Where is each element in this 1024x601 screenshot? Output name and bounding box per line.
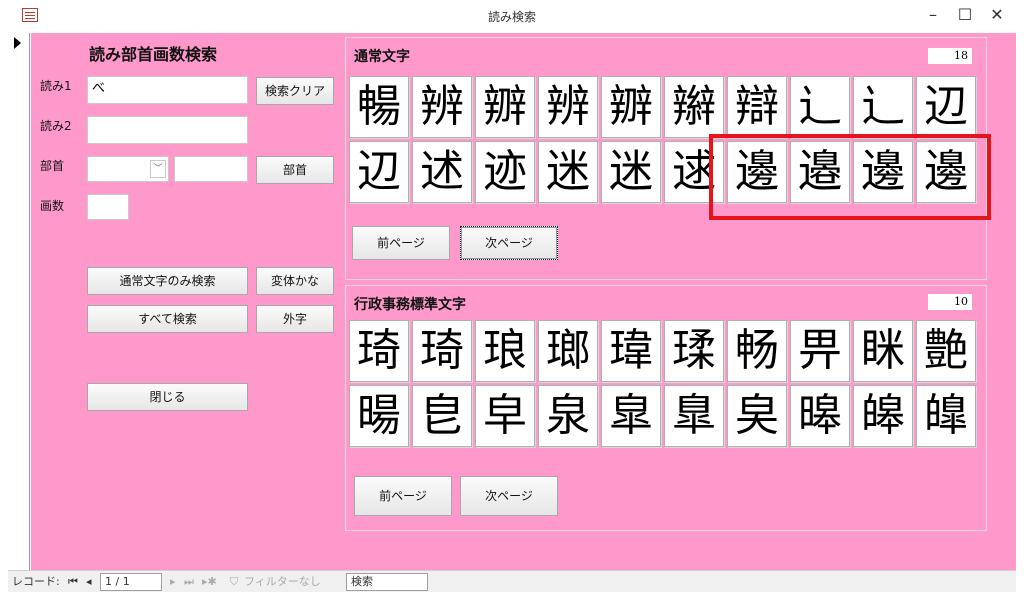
char-button[interactable]: 辧: [475, 76, 535, 138]
char-button[interactable]: 皀: [412, 385, 472, 447]
close-window-button[interactable]: ✕: [982, 4, 1012, 26]
admin-count: 10: [928, 294, 972, 310]
admin-prev-page-button[interactable]: 前ページ: [354, 476, 452, 516]
radical-select[interactable]: ﹀: [87, 156, 169, 182]
strokes-label: 画数: [40, 199, 65, 213]
record-navigation-bar: レコード: ⏮ ◂ 1 / 1 ▸ ⏭ ▸✱ ⛉ フィルターなし 検索: [8, 570, 1016, 592]
clear-search-button[interactable]: 検索クリア: [256, 77, 334, 105]
current-record-arrow-icon: [14, 37, 21, 49]
char-button[interactable]: 畀: [790, 320, 850, 382]
search-form: 読み部首画数検索 読み1 べ 読み2 部首 ﹀ 画数 検索クリア 部首 通常文字…: [31, 33, 1016, 570]
char-button[interactable]: 迷: [538, 141, 598, 203]
char-button[interactable]: 辯: [727, 76, 787, 138]
char-button[interactable]: 艶: [916, 320, 976, 382]
char-button[interactable]: 迹: [475, 141, 535, 203]
char-button[interactable]: 琦: [412, 320, 472, 382]
char-button[interactable]: 暢: [349, 76, 409, 138]
strokes-input[interactable]: [87, 194, 129, 220]
char-button[interactable]: 眯: [853, 320, 913, 382]
char-button[interactable]: 辶: [853, 76, 913, 138]
char-button[interactable]: 暘: [349, 385, 409, 447]
char-button[interactable]: 皞: [853, 385, 913, 447]
chevron-down-icon[interactable]: ﹀: [150, 160, 166, 178]
char-button[interactable]: 皁: [475, 385, 535, 447]
char-button[interactable]: 瑯: [538, 320, 598, 382]
highlight-box: [709, 134, 991, 220]
reading2-label: 読み2: [40, 119, 72, 133]
previous-record-icon[interactable]: ◂: [86, 574, 92, 590]
radical-text-input[interactable]: [174, 156, 248, 182]
char-button[interactable]: 臯: [664, 385, 724, 447]
normal-panel-title: 通常文字: [354, 49, 410, 65]
form-heading: 読み部首画数検索: [89, 45, 218, 64]
char-button[interactable]: 述: [412, 141, 472, 203]
variant-kana-button[interactable]: 変体かな: [256, 267, 334, 295]
external-char-button[interactable]: 外字: [256, 305, 334, 333]
admin-chars-panel: 行政事務標準文字 10 琦 琦 琅 瑯 瑋 瑈 畅 畀 眯 艶 暘 皀 皁 泉 …: [345, 285, 987, 531]
minimize-button[interactable]: –: [918, 4, 948, 26]
record-label: レコード:: [12, 575, 60, 588]
filter-icon[interactable]: ⛉: [230, 574, 238, 590]
search-all-button[interactable]: すべて検索: [87, 305, 248, 333]
char-button[interactable]: 琦: [349, 320, 409, 382]
char-button[interactable]: 辨: [538, 76, 598, 138]
search-input[interactable]: 検索: [346, 573, 428, 591]
normal-count: 18: [928, 48, 972, 64]
char-button[interactable]: 辧: [601, 76, 661, 138]
title-bar: 読み検索 – ☐ ✕: [0, 0, 1024, 32]
first-record-icon[interactable]: ⏮: [68, 574, 78, 590]
char-button[interactable]: 皥: [916, 385, 976, 447]
char-button[interactable]: 暤: [790, 385, 850, 447]
new-record-icon[interactable]: ▸✱: [202, 574, 217, 590]
window-title: 読み検索: [487, 10, 536, 24]
reading1-label: 読み1: [40, 79, 72, 93]
radical-label: 部首: [40, 159, 65, 173]
reading2-input[interactable]: [87, 116, 248, 144]
char-button[interactable]: 辨: [412, 76, 472, 138]
admin-panel-title: 行政事務標準文字: [354, 297, 466, 313]
last-record-icon[interactable]: ⏭: [184, 574, 194, 590]
char-button[interactable]: 辺: [916, 76, 976, 138]
normal-next-page-button[interactable]: 次ページ: [460, 226, 558, 260]
admin-next-page-button[interactable]: 次ページ: [460, 476, 558, 516]
char-button[interactable]: 辺: [349, 141, 409, 203]
next-record-icon[interactable]: ▸: [170, 574, 176, 590]
normal-only-search-button[interactable]: 通常文字のみ検索: [87, 267, 248, 295]
char-button[interactable]: 辮: [664, 76, 724, 138]
radical-button[interactable]: 部首: [256, 156, 334, 184]
char-button[interactable]: 辶: [790, 76, 850, 138]
maximize-button[interactable]: ☐: [950, 4, 980, 26]
record-position-input[interactable]: 1 / 1: [100, 573, 162, 591]
char-button[interactable]: 瑈: [664, 320, 724, 382]
reading1-input[interactable]: べ: [87, 76, 248, 104]
char-button[interactable]: 畅: [727, 320, 787, 382]
char-button[interactable]: 迷: [601, 141, 661, 203]
char-button[interactable]: 瑋: [601, 320, 661, 382]
close-button[interactable]: 閉じる: [87, 383, 248, 411]
char-button[interactable]: 㚖: [727, 385, 787, 447]
normal-prev-page-button[interactable]: 前ページ: [352, 226, 450, 260]
char-button[interactable]: 泉: [538, 385, 598, 447]
admin-char-grid: 琦 琦 琅 瑯 瑋 瑈 畅 畀 眯 艶 暘 皀 皁 泉 皐 臯 㚖 暤 皞 皥: [349, 320, 976, 447]
filter-status[interactable]: フィルターなし: [244, 574, 321, 590]
record-selector[interactable]: [8, 33, 30, 570]
char-button[interactable]: 琅: [475, 320, 535, 382]
char-button[interactable]: 皐: [601, 385, 661, 447]
